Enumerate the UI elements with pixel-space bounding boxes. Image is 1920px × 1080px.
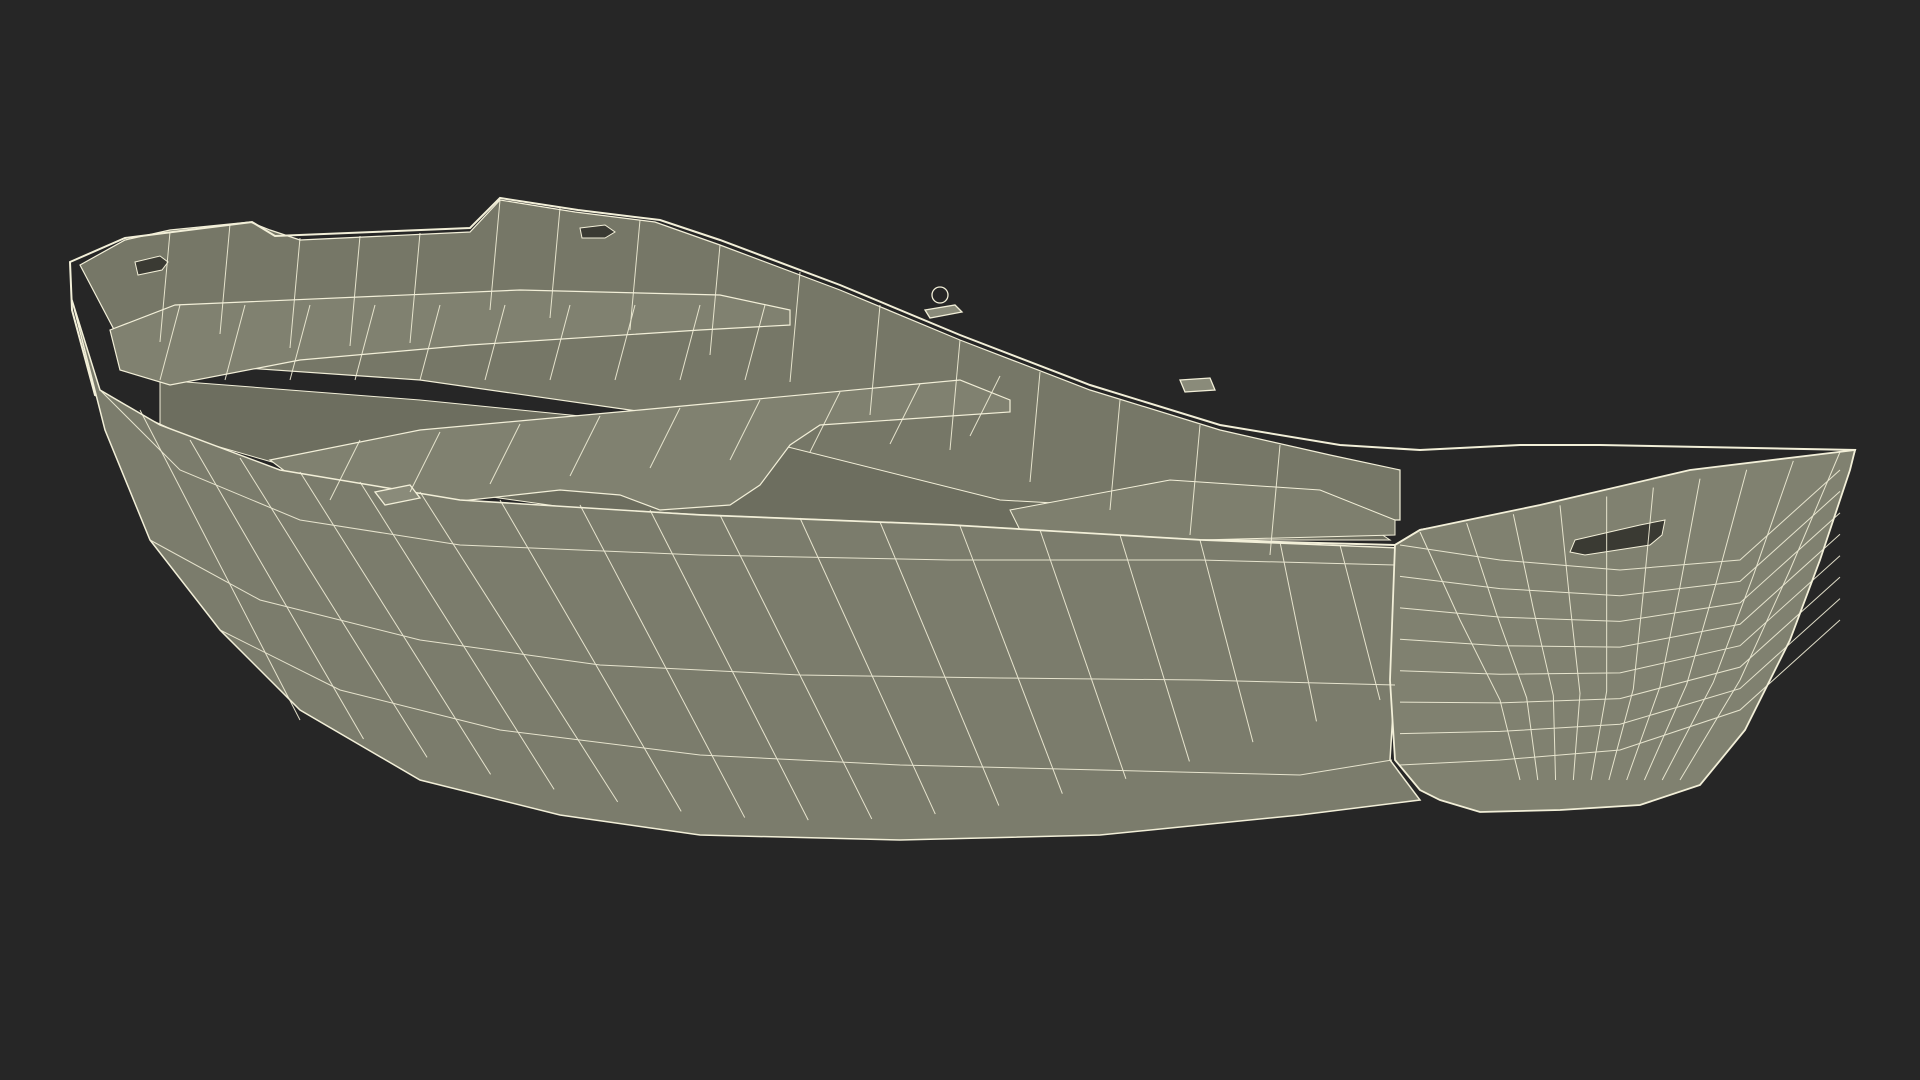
3d-viewport[interactable] <box>0 0 1920 1080</box>
boat-wireframe-render <box>0 0 1920 1080</box>
